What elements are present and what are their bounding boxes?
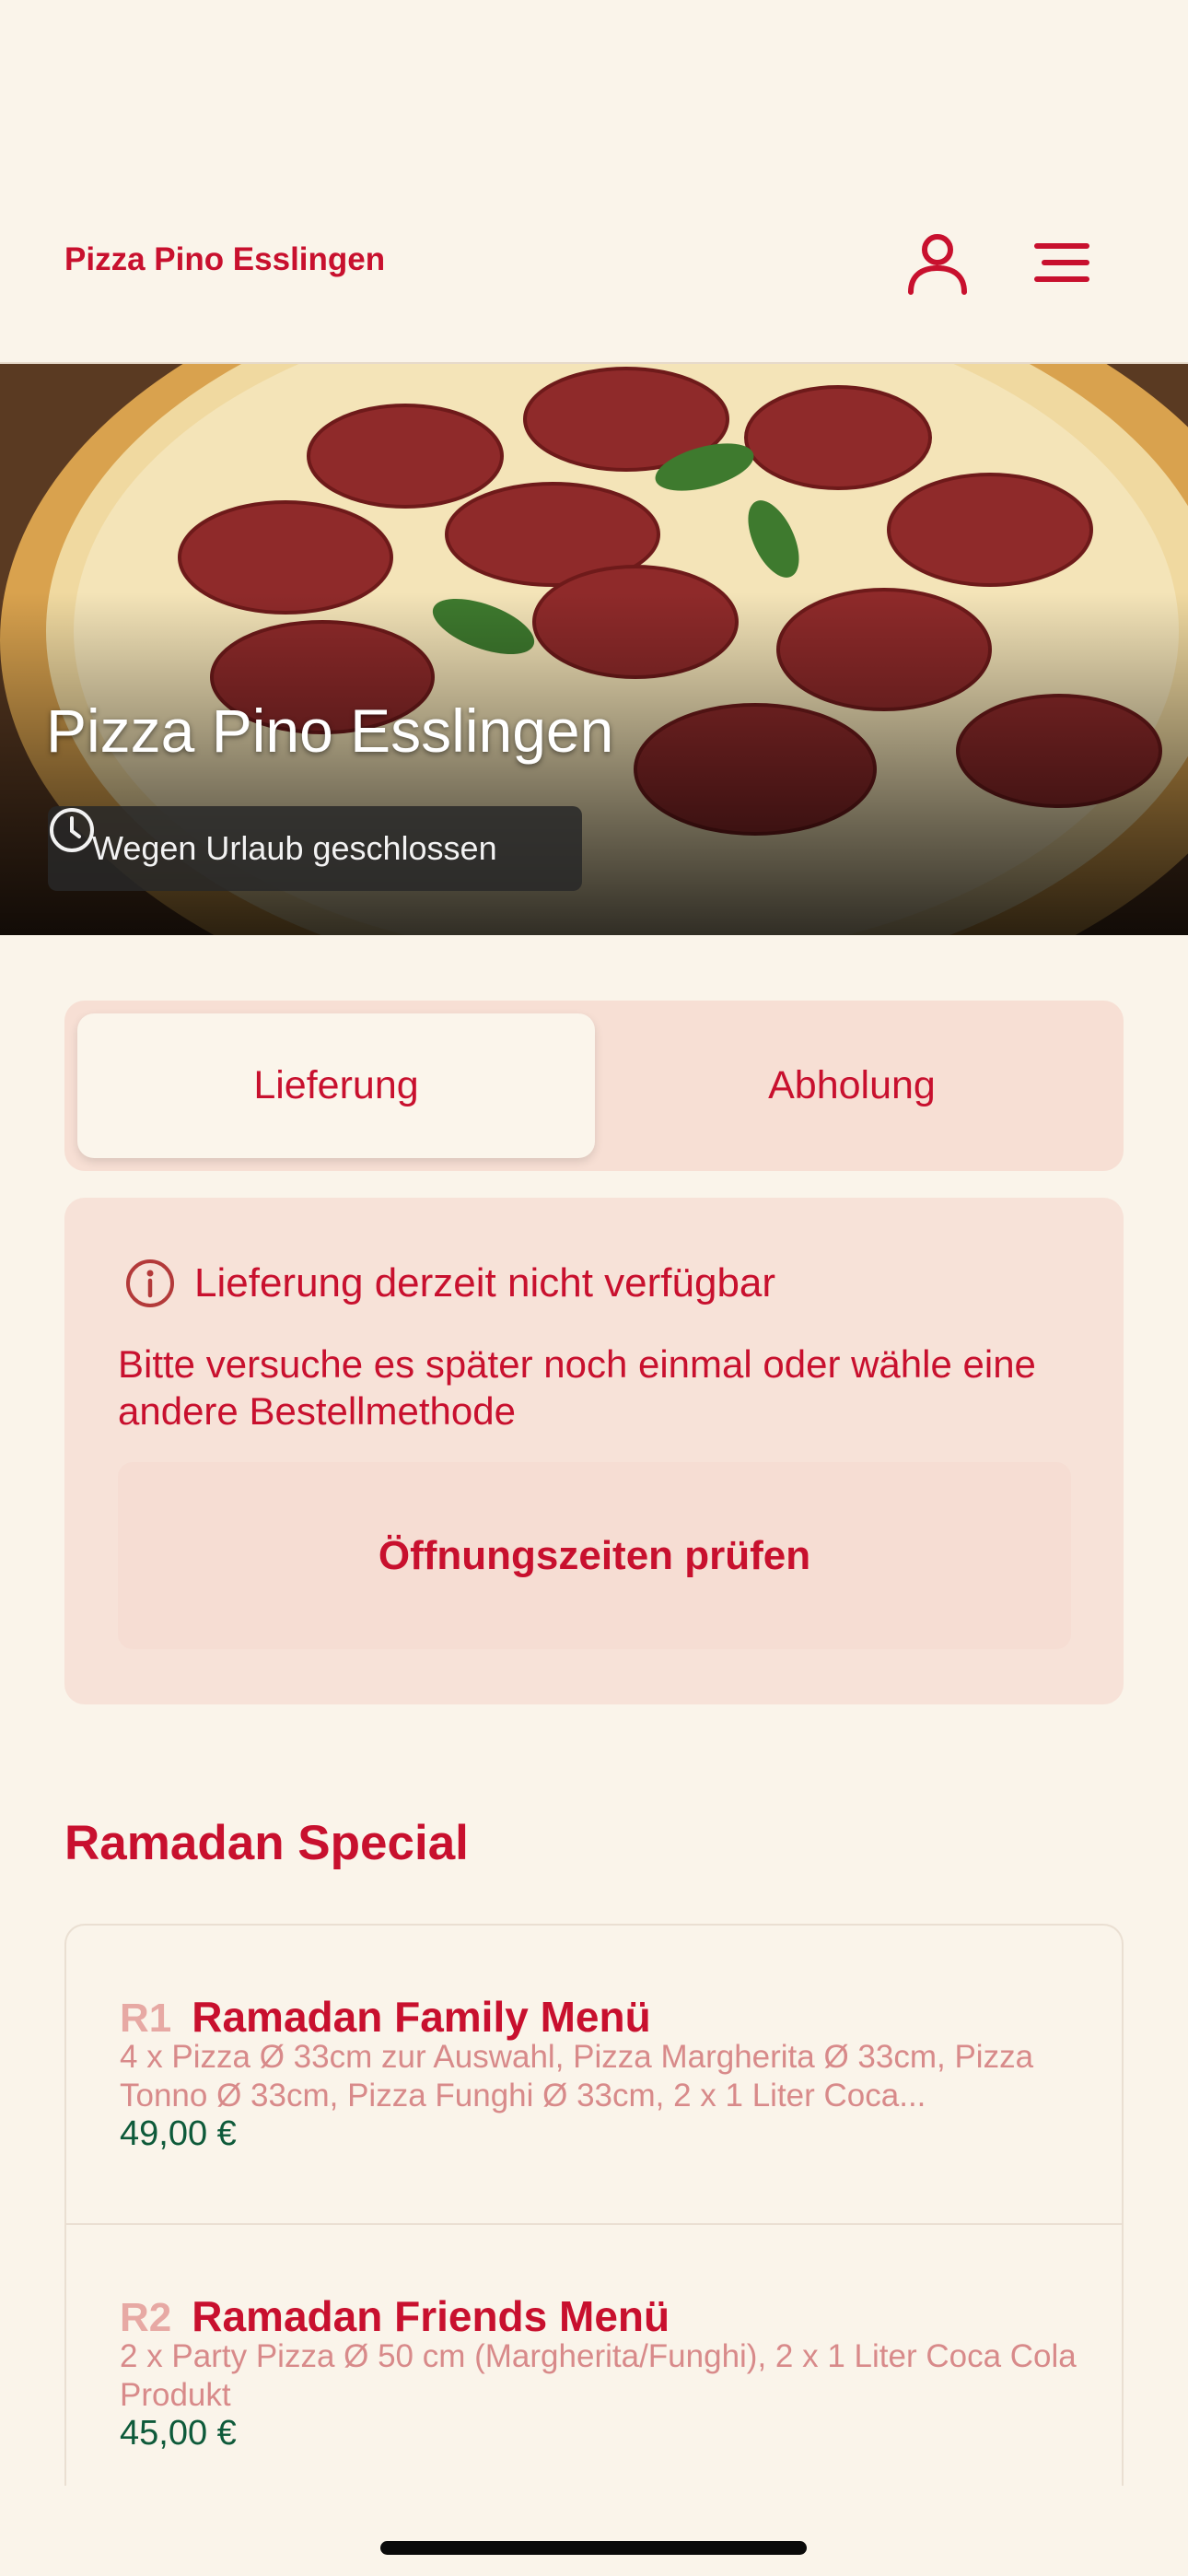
tab-delivery[interactable]: Lieferung [77,1013,595,1158]
notice-body: Bitte versuche es später noch einmal ode… [118,1342,1036,1433]
brand-name[interactable]: Pizza Pino Esslingen [64,241,385,278]
item-price: 45,00 € [120,2414,237,2453]
app-header: Pizza Pino Esslingen [0,0,1188,364]
item-code: R1 [120,1996,172,2041]
home-indicator[interactable] [380,2541,807,2555]
list-item[interactable]: R1 Ramadan Family Menü 4 x Pizza Ø 33cm … [66,1926,1122,2225]
hero-banner: Pizza Pino Esslingen Wegen Urlaub geschl… [0,364,1188,935]
info-icon [126,1259,174,1307]
tab-pickup[interactable]: Abholung [593,1013,1111,1158]
list-item[interactable]: R2 Ramadan Friends Menü 2 x Party Pizza … [66,2225,1122,2486]
clock-icon [50,808,94,852]
status-badge: Wegen Urlaub geschlossen [48,806,582,891]
menu-list: R1 Ramadan Family Menü 4 x Pizza Ø 33cm … [64,1924,1124,2486]
user-icon [908,234,967,295]
order-mode-toggle: Lieferung Abholung [64,1001,1124,1171]
item-description: 2 x Party Pizza Ø 50 cm (Margherita/Fung… [120,2338,1077,2413]
item-name: Ramadan Friends Menü [192,2292,670,2340]
status-text: Wegen Urlaub geschlossen [92,829,497,867]
item-name: Ramadan Family Menü [192,1993,651,2041]
item-price: 49,00 € [120,2114,237,2153]
delivery-unavailable-notice: Lieferung derzeit nicht verfügbar Bitte … [64,1198,1124,1704]
section-title: Ramadan Special [64,1816,469,1870]
menu-button[interactable] [1020,221,1103,304]
hero-title: Pizza Pino Esslingen [46,697,614,765]
check-opening-hours-button[interactable]: Öffnungszeiten prüfen [118,1462,1071,1649]
account-button[interactable] [896,221,979,304]
notice-title: Lieferung derzeit nicht verfügbar [194,1260,776,1306]
item-description: 4 x Pizza Ø 33cm zur Auswahl, Pizza Marg… [120,2039,1034,2113]
hamburger-menu-icon [1034,243,1089,282]
item-code: R2 [120,2295,172,2340]
